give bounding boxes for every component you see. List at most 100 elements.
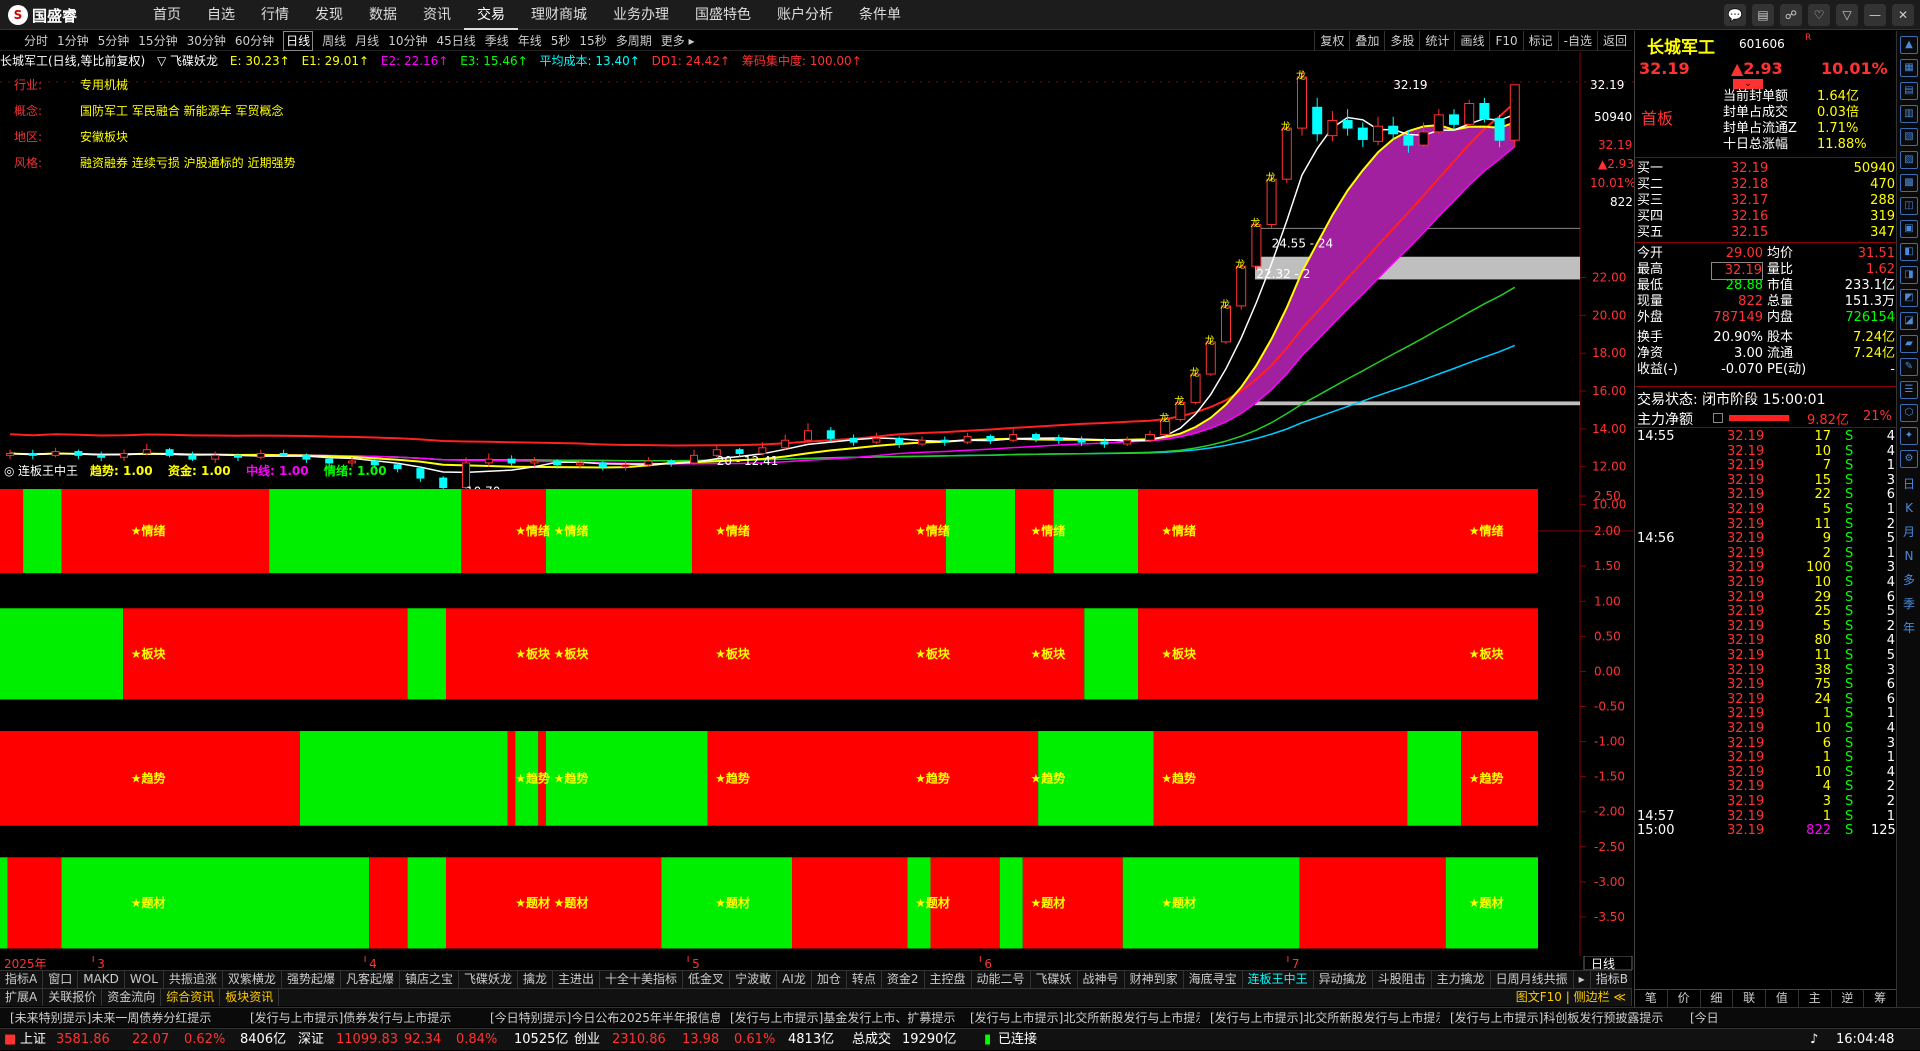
candle[interactable]: 龙: [1205, 334, 1216, 376]
toolbar-button-8[interactable]: 返回: [1596, 31, 1632, 51]
news-item[interactable]: [今日: [1680, 1008, 1920, 1027]
side-period-5[interactable]: 季: [1900, 593, 1918, 615]
indicator-tab-23[interactable]: 财神到家: [1125, 971, 1184, 988]
candle[interactable]: [1009, 428, 1018, 443]
candle[interactable]: [1433, 109, 1444, 134]
cy-index-name[interactable]: 创业: [574, 1029, 600, 1051]
list-icon[interactable]: ▤: [1752, 4, 1774, 26]
indicator-tab-8[interactable]: 镇店之宝: [400, 971, 459, 988]
indicator-tab-3[interactable]: WOL: [125, 971, 164, 988]
candle[interactable]: 龙: [1296, 69, 1307, 136]
candle[interactable]: [1479, 97, 1490, 123]
candle[interactable]: [188, 451, 197, 462]
stock-name[interactable]: 长城军工: [1647, 33, 1715, 58]
minimize-icon[interactable]: —: [1864, 4, 1886, 26]
toolbar-button-6[interactable]: 标记: [1522, 31, 1558, 51]
bar-icon[interactable]: ▰: [1900, 335, 1918, 353]
candle[interactable]: [1145, 430, 1155, 443]
indicator-tab-0[interactable]: 指标A: [0, 971, 44, 988]
indicator-tab-29[interactable]: 日周月线共振: [1491, 971, 1574, 988]
indicator-tab-16[interactable]: 加仓: [812, 971, 847, 988]
period-14[interactable]: 15秒: [579, 31, 606, 51]
period-10[interactable]: 45日线: [436, 31, 475, 51]
menu-item-4[interactable]: 数据: [356, 0, 410, 30]
period-1[interactable]: 1分钟: [57, 31, 89, 51]
candle[interactable]: [804, 423, 812, 443]
candle[interactable]: [51, 447, 60, 458]
indicator-tab-24[interactable]: 海底寻宝: [1184, 971, 1243, 988]
news-item[interactable]: [发行与上市提示]基金发行上市、扩募提示: [720, 1008, 960, 1027]
info-tab-4[interactable]: 板块资讯: [220, 989, 280, 1006]
period-4[interactable]: 30分钟: [187, 31, 226, 51]
quote-tab-0[interactable]: 笔: [1635, 990, 1668, 1007]
expand-chevron-icon[interactable]: ⌄: [1733, 79, 1763, 89]
indicator-tab-28[interactable]: 主力擒龙: [1432, 971, 1491, 988]
info-tab-2[interactable]: 资金流向: [102, 989, 162, 1006]
candle[interactable]: [142, 444, 151, 456]
indicator-tab-7[interactable]: 凡客起爆: [341, 971, 400, 988]
news-item[interactable]: [发行与上市提示]北交所新股发行与上市提示: [960, 1008, 1200, 1027]
candle[interactable]: [6, 449, 14, 460]
indicator-tab-19[interactable]: 主控盘: [925, 971, 972, 988]
quote-tab-5[interactable]: 主: [1799, 990, 1832, 1007]
candle[interactable]: [872, 432, 881, 445]
gear-icon[interactable]: ⚙: [1900, 450, 1918, 468]
favorite-icon[interactable]: ♡: [1808, 4, 1830, 26]
candle[interactable]: [74, 449, 83, 460]
window-icon[interactable]: ◫: [1900, 197, 1918, 215]
menu-item-6[interactable]: 交易: [464, 0, 518, 30]
candle[interactable]: 龙: [1250, 217, 1262, 270]
toolbar-button-3[interactable]: 统计: [1419, 31, 1454, 51]
toolbar-button-1[interactable]: 叠加: [1349, 31, 1384, 51]
menu-item-3[interactable]: 发现: [302, 0, 356, 30]
indicator-tab-25[interactable]: 连板王中王: [1243, 971, 1314, 988]
side-period-3[interactable]: N: [1900, 545, 1918, 567]
toolbar-button-0[interactable]: 复权: [1314, 31, 1349, 51]
news-item[interactable]: [发行与上市提示]北交所新股发行与上市提示: [1200, 1008, 1440, 1027]
candle[interactable]: [256, 449, 265, 460]
panel-collapse-icon[interactable]: ◎: [4, 464, 14, 478]
info-tab-3[interactable]: 综合资讯: [161, 989, 221, 1006]
menu-item-7[interactable]: 理财商城: [518, 0, 600, 30]
candle[interactable]: 龙: [1159, 411, 1171, 437]
candle[interactable]: 龙: [1174, 394, 1186, 422]
indicator-tab-14[interactable]: 宁波敢: [730, 971, 778, 988]
candle[interactable]: [1357, 122, 1368, 148]
chart-icon[interactable]: ▧: [1900, 128, 1918, 146]
candle[interactable]: [1032, 432, 1040, 443]
indicator-tab-18[interactable]: 资金2: [882, 971, 925, 988]
candle[interactable]: [1123, 436, 1132, 446]
period-16[interactable]: 更多 ▸: [661, 31, 695, 51]
info-tab-1[interactable]: 关联报价: [43, 989, 103, 1006]
sound-icon[interactable]: ♪: [1810, 1029, 1818, 1051]
period-3[interactable]: 15分钟: [138, 31, 177, 51]
candle[interactable]: 龙: [1281, 120, 1292, 183]
sz-index-name[interactable]: 深证: [298, 1029, 324, 1051]
quote-tab-3[interactable]: 联: [1733, 990, 1766, 1007]
candle[interactable]: [120, 449, 128, 462]
side-period-4[interactable]: 多: [1900, 569, 1918, 591]
menu-item-0[interactable]: 首页: [140, 0, 194, 30]
candle[interactable]: 龙: [1220, 298, 1231, 344]
candle[interactable]: [165, 447, 174, 458]
menu-item-1[interactable]: 自选: [194, 0, 248, 30]
side-period-0[interactable]: 日: [1900, 473, 1918, 495]
toolbar-button-5[interactable]: F10: [1489, 31, 1522, 51]
period-8[interactable]: 月线: [355, 31, 379, 51]
candle[interactable]: [1388, 116, 1399, 140]
star-icon[interactable]: ✦: [1900, 427, 1918, 445]
main-flow-icon[interactable]: [1713, 413, 1723, 423]
side-period-2[interactable]: 月: [1900, 521, 1918, 543]
toolbar-button-2[interactable]: 多股: [1384, 31, 1419, 51]
app-logo[interactable]: S 国盛睿: [8, 5, 77, 25]
candle[interactable]: [918, 436, 926, 446]
layout-right-icon[interactable]: ◨: [1900, 266, 1918, 284]
info-tab-0[interactable]: 扩展A: [0, 989, 44, 1006]
indicator-tab-20[interactable]: 动能二号: [972, 971, 1031, 988]
candle[interactable]: [1054, 434, 1063, 445]
candle[interactable]: [1327, 111, 1338, 142]
period-15[interactable]: 多周期: [616, 31, 652, 51]
candle[interactable]: [1449, 109, 1459, 130]
indicator-tab-21[interactable]: 飞碟妖: [1031, 971, 1078, 988]
indicator-tab-30[interactable]: ▸: [1574, 971, 1591, 988]
